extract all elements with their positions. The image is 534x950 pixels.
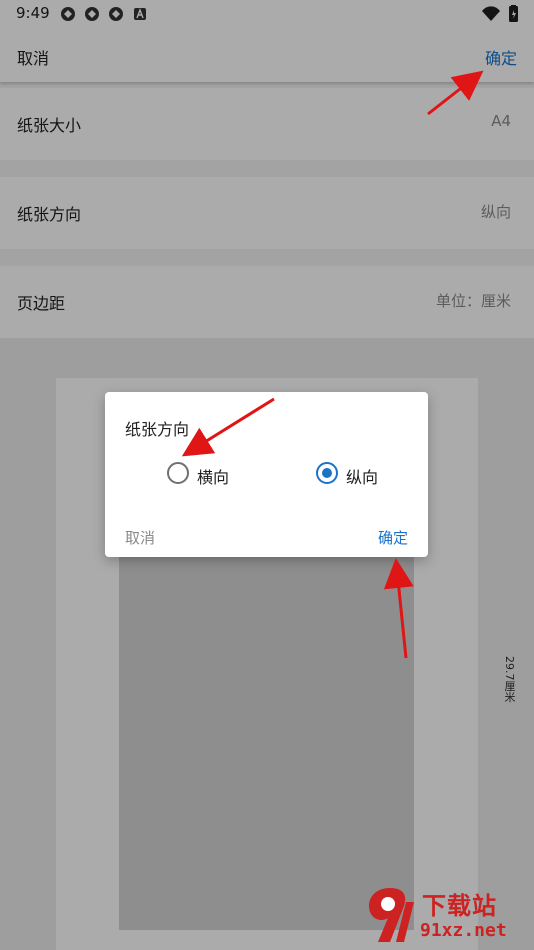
orientation-dialog: 纸张方向 横向 纵向 取消 确定	[105, 392, 428, 557]
portrait-option-label: 纵向	[346, 468, 379, 487]
watermark-url: 91xz.net	[420, 920, 507, 941]
dialog-confirm-button[interactable]: 确定	[378, 527, 408, 548]
watermark-logo-icon	[368, 888, 414, 942]
radio-checked-icon[interactable]	[316, 462, 338, 484]
watermark-brand: 下载站	[422, 892, 497, 920]
radio-unchecked-icon[interactable]	[167, 462, 189, 484]
landscape-option[interactable]: 横向	[167, 460, 237, 487]
watermark: 下载站 91xz.net	[360, 884, 530, 948]
landscape-option-label: 横向	[197, 468, 230, 487]
dialog-title: 纸张方向	[125, 420, 190, 439]
dialog-cancel-button[interactable]: 取消	[125, 527, 155, 548]
portrait-option[interactable]: 纵向	[316, 460, 386, 487]
